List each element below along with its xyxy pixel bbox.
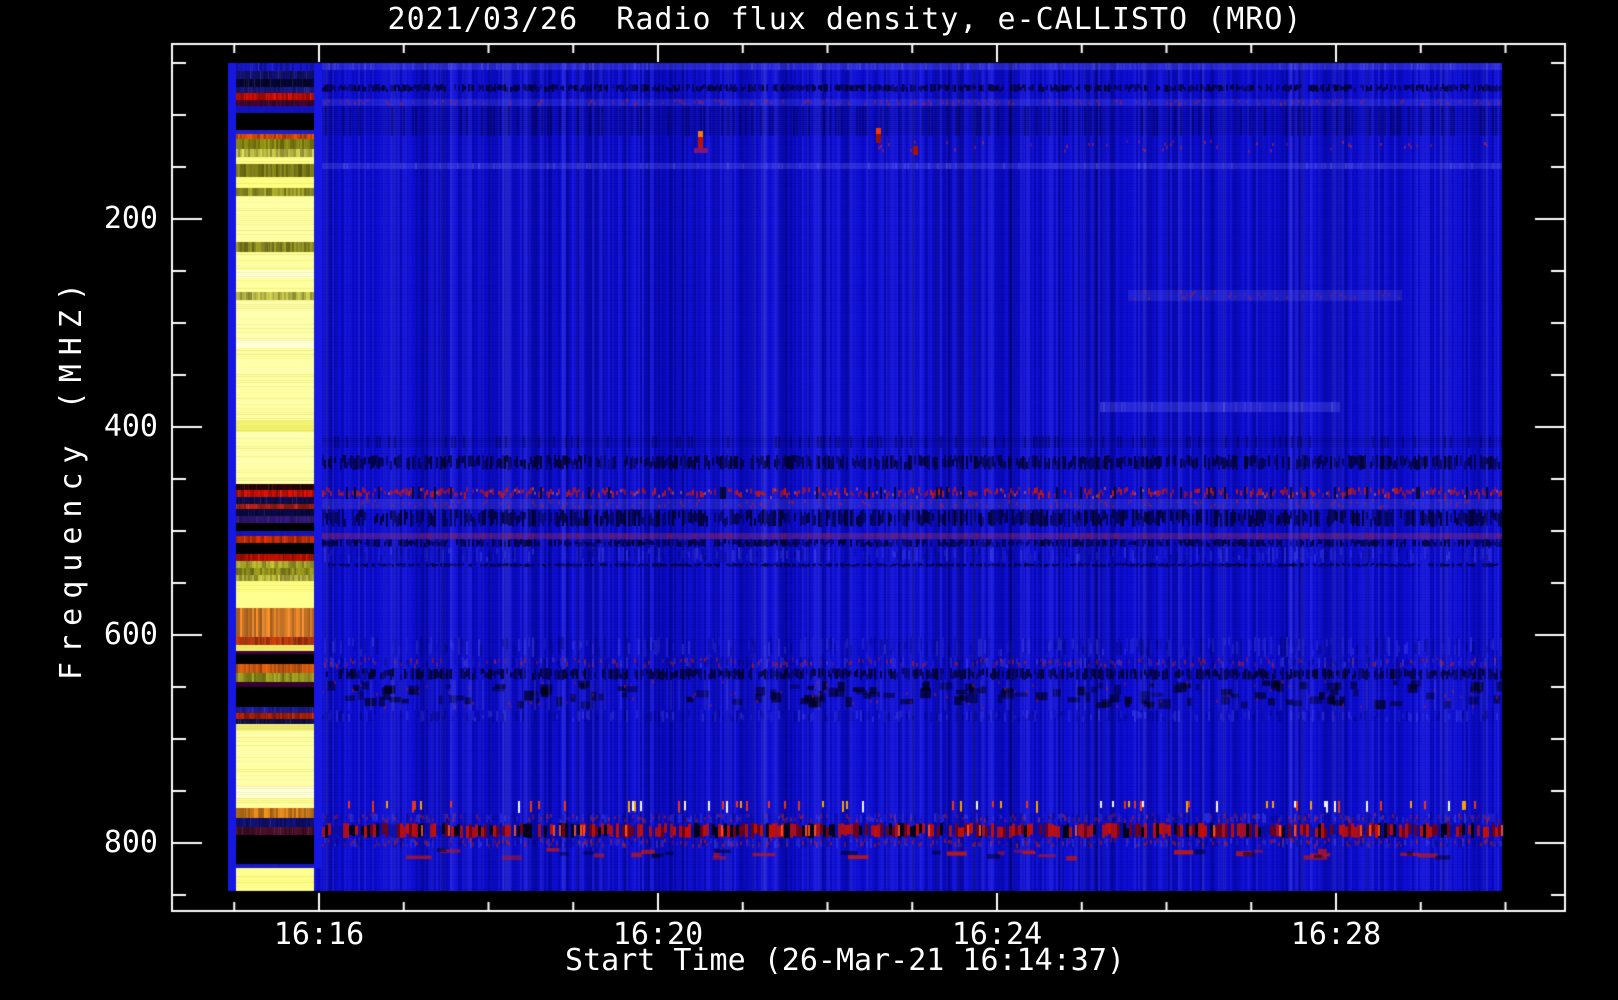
spectrogram-figure: 2021/03/26 Radio flux density, e-CALLIST… (0, 0, 1618, 1000)
x-tick-label-1620: 16:20 (612, 917, 704, 952)
x-tick-label-1624: 16:24 (951, 917, 1043, 952)
y-tick-label-800: 800 (103, 825, 158, 860)
y-tick-label-400: 400 (103, 409, 158, 444)
x-tick-label-1628: 16:28 (1290, 917, 1382, 952)
y-tick-label-200: 200 (103, 201, 158, 236)
chart-title: 2021/03/26 Radio flux density, e-CALLIST… (387, 2, 1303, 37)
spectrogram-canvas (0, 0, 1618, 1000)
x-tick-label-1616: 16:16 (273, 917, 365, 952)
y-tick-label-600: 600 (103, 617, 158, 652)
x-axis-label: Start Time (26-Mar-21 16:14:37) (565, 943, 1125, 978)
